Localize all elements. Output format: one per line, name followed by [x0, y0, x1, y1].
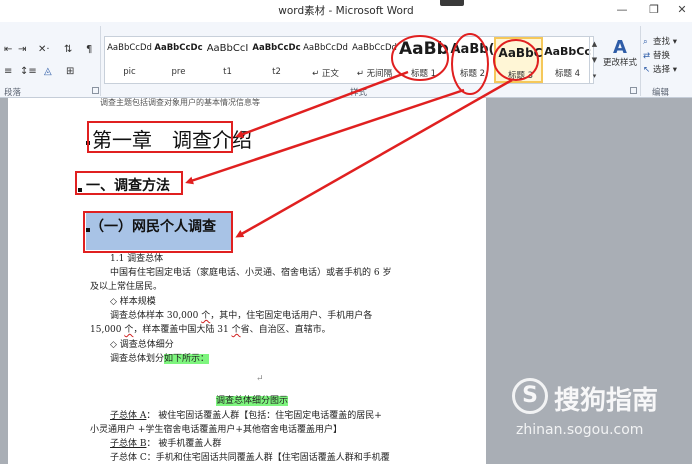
sort-icon[interactable]: ⇅ — [64, 42, 72, 58]
body-line: ◇ 调查总体细分 — [110, 340, 174, 350]
style-t1[interactable]: AaBbCcI t1 — [203, 37, 252, 83]
heading-marker — [78, 188, 82, 192]
gallery-down-icon[interactable]: ▼ — [590, 52, 599, 68]
justify-icon[interactable]: ≡ — [4, 64, 12, 80]
style-pic[interactable]: AaBbCcDd pic — [105, 37, 154, 83]
replace-button[interactable]: ⇄ 替换 — [643, 50, 670, 62]
shading-icon[interactable]: ◬ — [44, 64, 52, 80]
find-button[interactable]: ⌕ 查找 ▾ — [643, 36, 677, 48]
change-styles-button[interactable]: A 更改样式 — [603, 38, 637, 86]
change-styles-icon: A — [613, 37, 627, 58]
editing-group-label: 编辑 — [652, 88, 670, 98]
paragraph-group-label: 段落 — [4, 88, 22, 98]
style-heading-4[interactable]: AaBbCc 标题 4 — [543, 37, 592, 83]
styles-launcher-icon[interactable] — [630, 87, 637, 94]
body-line: 15,000 个，样本覆盖中国大陆 31 个省、自治区、直辖市。 — [90, 325, 331, 335]
ribbon: ⇤ ⇥ ✕· ⇅ ¶ ≡ ↕≡ ◬ ⊞ 段落 AaBbCcDd pic AaBb… — [0, 22, 692, 98]
body-line: 中国有住宅固定电话（家庭电话、小灵通、宿舍电话）或者手机的 6 岁 — [110, 268, 392, 278]
paragraph-launcher-icon[interactable] — [92, 87, 99, 94]
body-line: 调查总体划分如下所示： — [110, 354, 210, 364]
top-partial-line: 调查主题包括调查对象用户的基本情况信息等 — [100, 98, 260, 107]
subsection-heading[interactable]: （一）网民个人调查 — [90, 216, 216, 236]
paragraph-mark-icon: ↵ — [256, 374, 264, 384]
styles-group-label: 样式 — [350, 88, 368, 98]
group-separator — [640, 26, 641, 96]
chapter-heading[interactable]: 第一章 调查介绍 — [92, 124, 252, 153]
indent-decrease-icon[interactable]: ⇤ — [4, 42, 12, 58]
style-no-spacing[interactable]: AaBbCcDd ↵ 无间隔 — [350, 37, 399, 83]
find-icon: ⌕ — [643, 37, 648, 47]
body-line: 1.1 调查总体 — [110, 254, 164, 264]
window-title: word素材 - Microsoft Word — [278, 5, 414, 17]
body-line: 小灵通用户 +学生宿舍电话覆盖用户+其他宿舍电话覆盖用户】 — [90, 425, 342, 435]
body-line: 调查总体样本 30,000 个，其中，住宅固定电话用户、手机用户各 — [110, 311, 373, 321]
maximize-button[interactable]: ❐ — [644, 2, 664, 18]
body-line: 子总体 C：手机和住宅固话共同覆盖人群【住宅固话覆盖人群和手机覆 — [110, 453, 390, 463]
style-heading-1[interactable]: AaBb 标题 1 — [399, 37, 448, 83]
heading-marker — [86, 141, 90, 145]
style-heading-2[interactable]: AaBb( 标题 2 — [448, 37, 497, 83]
style-pre[interactable]: AaBbCcDc pre — [154, 37, 203, 83]
gallery-up-icon[interactable]: ▲ — [590, 36, 599, 52]
line-spacing-icon[interactable]: ↕≡ — [20, 64, 37, 80]
indent-increase-icon[interactable]: ⇥ — [18, 42, 26, 58]
borders-icon[interactable]: ⊞ — [66, 64, 74, 80]
body-line: ◇ 样本规模 — [110, 297, 156, 307]
figure-caption: 调查总体细分图示 — [216, 396, 289, 406]
style-heading-3[interactable]: AaBbC 标题 3 — [494, 37, 543, 83]
group-separator — [100, 26, 101, 96]
sogou-watermark: S 搜狗指南 zhinan.sogou.com — [512, 378, 692, 448]
show-marks-icon[interactable]: ¶ — [86, 42, 92, 58]
close-button[interactable]: ✕ — [672, 2, 692, 18]
gallery-more-icon[interactable]: ▾ — [590, 68, 599, 84]
style-t2[interactable]: AaBbCcDc t2 — [252, 37, 301, 83]
body-line: 子总体 A： 被住宅固话覆盖人群【包括：住宅固定电话覆盖的居民+ — [110, 411, 382, 421]
title-bar: word素材 - Microsoft Word — ❐ ✕ — [0, 0, 692, 22]
styles-gallery[interactable]: AaBbCcDd pic AaBbCcDc pre AaBbCcI t1 AaB… — [104, 36, 594, 84]
watermark-brand: 搜狗指南 — [554, 386, 659, 416]
section-heading[interactable]: 一、调查方法 — [86, 175, 170, 195]
select-icon: ↖ — [643, 65, 651, 75]
body-line: 子总体 B： 被手机覆盖人群 — [110, 439, 222, 449]
select-button[interactable]: ↖ 选择 ▾ — [643, 64, 677, 76]
gallery-scroll[interactable]: ▲ ▼ ▾ — [589, 36, 599, 84]
sogou-logo-icon: S — [512, 378, 548, 414]
body-line: 及以上常住居民。 — [90, 282, 163, 292]
watermark-url: zhinan.sogou.com — [516, 422, 644, 438]
replace-icon: ⇄ — [643, 51, 651, 61]
chinese-layout-icon[interactable]: ✕· — [38, 42, 50, 58]
minimize-button[interactable]: — — [612, 2, 632, 18]
style-normal[interactable]: AaBbCcDd ↵ 正文 — [301, 37, 350, 83]
